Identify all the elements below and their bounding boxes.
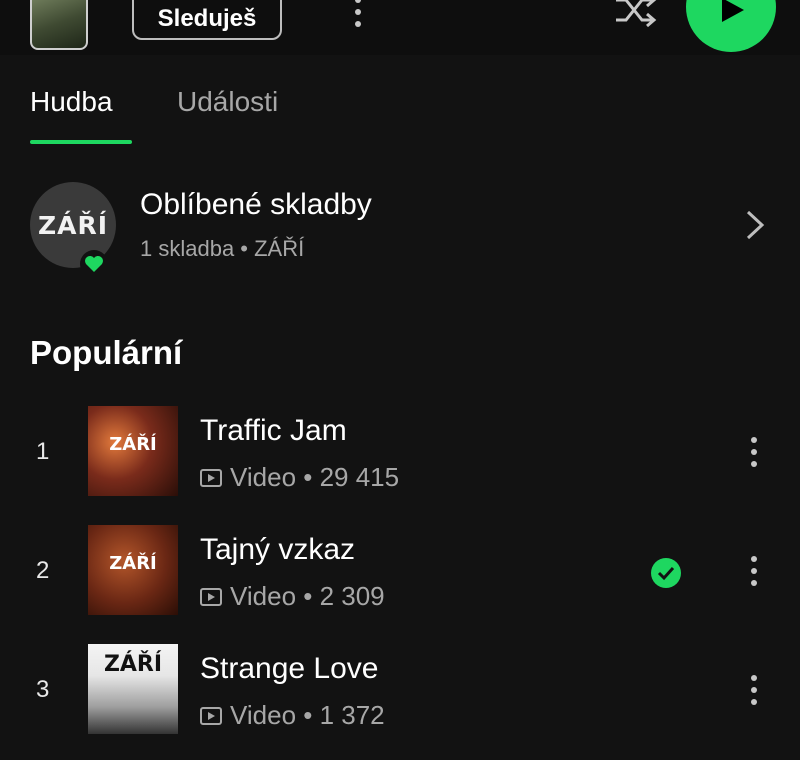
cover-logo: ZÁŘÍ bbox=[103, 652, 163, 677]
more-options-icon[interactable] bbox=[346, 0, 370, 34]
video-icon bbox=[200, 468, 222, 487]
track-cover: ZÁŘÍ bbox=[88, 406, 178, 496]
video-icon bbox=[200, 706, 222, 725]
track-cover: ZÁŘÍ bbox=[88, 525, 178, 615]
cover-logo: ZÁŘÍ bbox=[109, 434, 157, 455]
play-icon bbox=[722, 0, 744, 22]
following-button[interactable]: Sleduješ bbox=[132, 0, 282, 40]
shuffle-icon[interactable] bbox=[612, 0, 658, 30]
liked-songs-subtitle: 1 skladba • ZÁŘÍ bbox=[140, 236, 305, 261]
tab-bar: Hudba Události bbox=[0, 70, 800, 150]
active-tab-indicator bbox=[30, 140, 132, 144]
popular-section-title: Populární bbox=[30, 334, 183, 371]
track-row[interactable]: 3 ZÁŘÍ Strange Love Video • 1 372 bbox=[0, 642, 800, 742]
cover-logo: ZÁŘÍ bbox=[109, 553, 157, 574]
track-meta: Video • 2 309 bbox=[200, 581, 385, 612]
track-number: 2 bbox=[36, 557, 50, 584]
tab-events[interactable]: Události bbox=[177, 86, 278, 118]
top-bar: Sleduješ bbox=[0, 0, 800, 55]
track-cover: ZÁŘÍ bbox=[88, 644, 178, 734]
track-title: Tajný vzkaz bbox=[200, 533, 356, 566]
track-title: Strange Love bbox=[200, 652, 379, 685]
downloaded-check-icon bbox=[651, 558, 681, 588]
video-icon bbox=[200, 587, 222, 606]
chevron-right-icon bbox=[746, 210, 765, 240]
track-more-icon[interactable] bbox=[742, 551, 766, 591]
track-meta-text: Video • 2 309 bbox=[230, 581, 385, 611]
track-number: 3 bbox=[36, 676, 50, 703]
heart-icon bbox=[80, 250, 108, 278]
track-more-icon[interactable] bbox=[742, 432, 766, 472]
track-meta-text: Video • 29 415 bbox=[230, 462, 400, 492]
track-number: 1 bbox=[36, 438, 50, 465]
track-more-icon[interactable] bbox=[742, 670, 766, 710]
tab-music[interactable]: Hudba bbox=[30, 86, 113, 118]
track-title: Traffic Jam bbox=[200, 414, 347, 447]
artist-thumbnail bbox=[30, 0, 88, 50]
track-meta: Video • 29 415 bbox=[200, 462, 399, 493]
track-meta-text: Video • 1 372 bbox=[230, 700, 385, 730]
liked-songs-row[interactable]: ZÁŘÍ Oblíbené skladby 1 skladba • ZÁŘÍ bbox=[0, 178, 800, 278]
track-row[interactable]: 1 ZÁŘÍ Traffic Jam Video • 29 415 bbox=[0, 404, 800, 504]
band-logo: ZÁŘÍ bbox=[37, 210, 109, 240]
track-meta: Video • 1 372 bbox=[200, 700, 385, 731]
track-row[interactable]: 2 ZÁŘÍ Tajný vzkaz Video • 2 309 bbox=[0, 523, 800, 623]
liked-songs-title: Oblíbené skladby bbox=[140, 188, 372, 221]
play-button[interactable] bbox=[686, 0, 776, 52]
